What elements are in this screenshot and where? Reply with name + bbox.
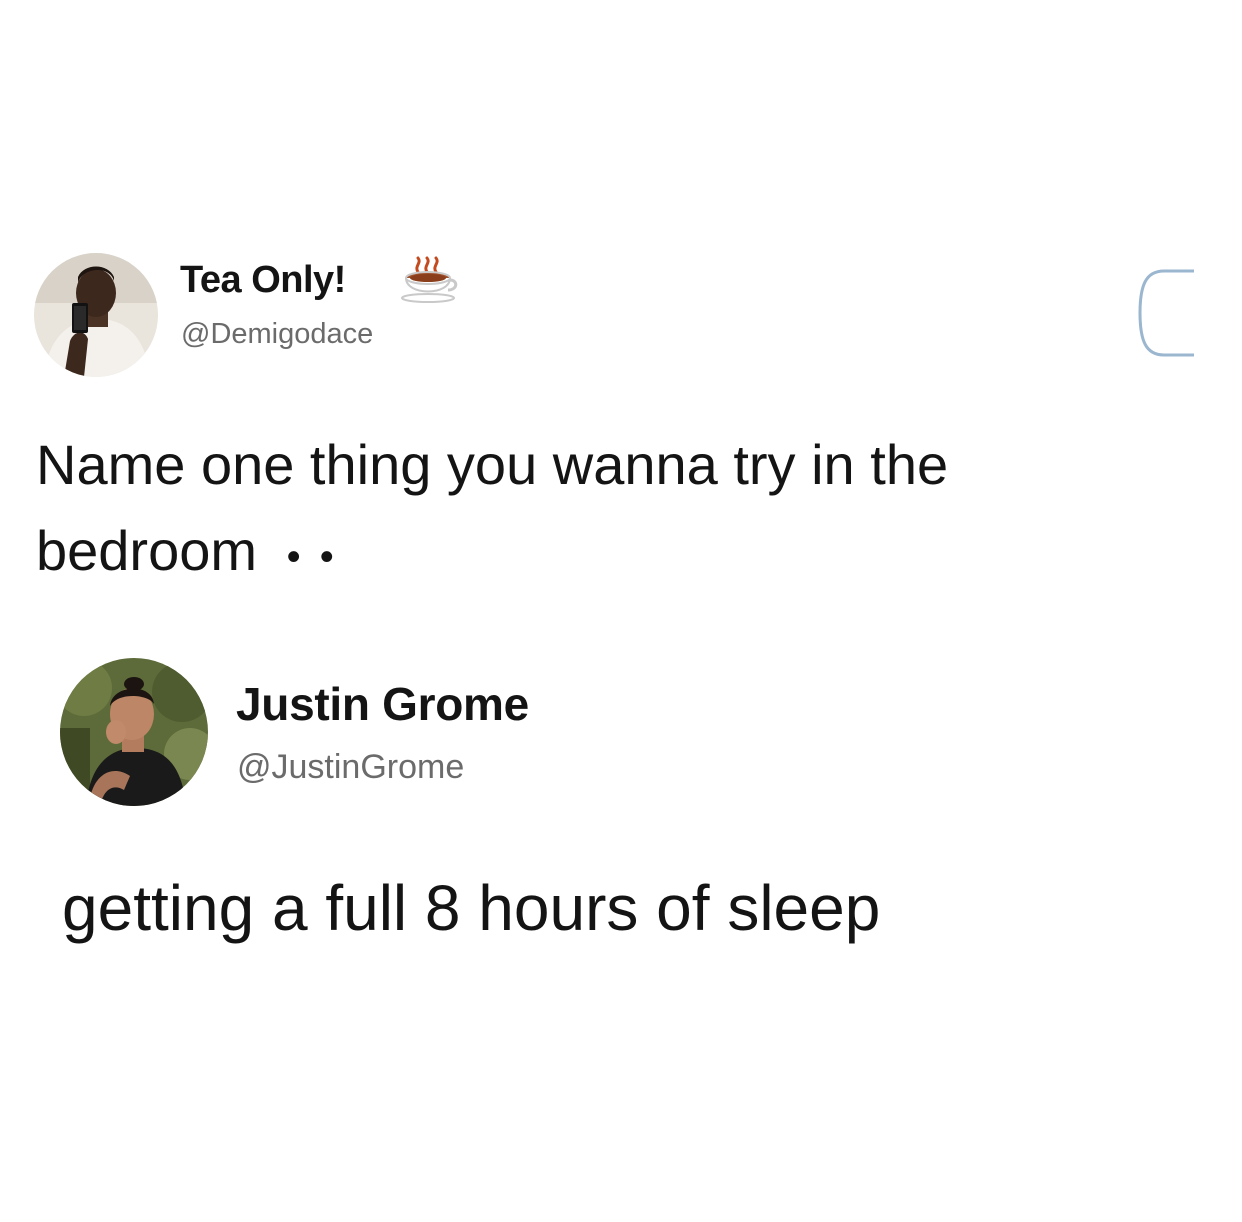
avatar[interactable] xyxy=(34,253,158,377)
display-name[interactable]: Justin Grome xyxy=(236,677,529,731)
corner-mark-icon xyxy=(1136,265,1200,361)
avatar[interactable] xyxy=(60,658,208,806)
reply-text: getting a full 8 hours of sleep xyxy=(62,872,881,944)
trailing-dots: • • xyxy=(286,535,338,579)
handle[interactable]: @JustinGrome xyxy=(237,748,464,787)
display-name[interactable]: Tea Only! xyxy=(180,259,346,302)
avatar-photo xyxy=(34,253,158,377)
tweet-text-line-2-word: bedroom xyxy=(36,519,258,582)
tweet-text-line-2: bedroom • • xyxy=(36,508,1216,600)
avatar-photo xyxy=(60,658,208,806)
tea-icon xyxy=(400,256,460,304)
tweet-text-line-1: Name one thing you wanna try in the xyxy=(36,433,949,496)
tweet-text: Name one thing you wanna try in the bedr… xyxy=(36,422,1216,600)
handle[interactable]: @Demigodace xyxy=(181,318,373,351)
